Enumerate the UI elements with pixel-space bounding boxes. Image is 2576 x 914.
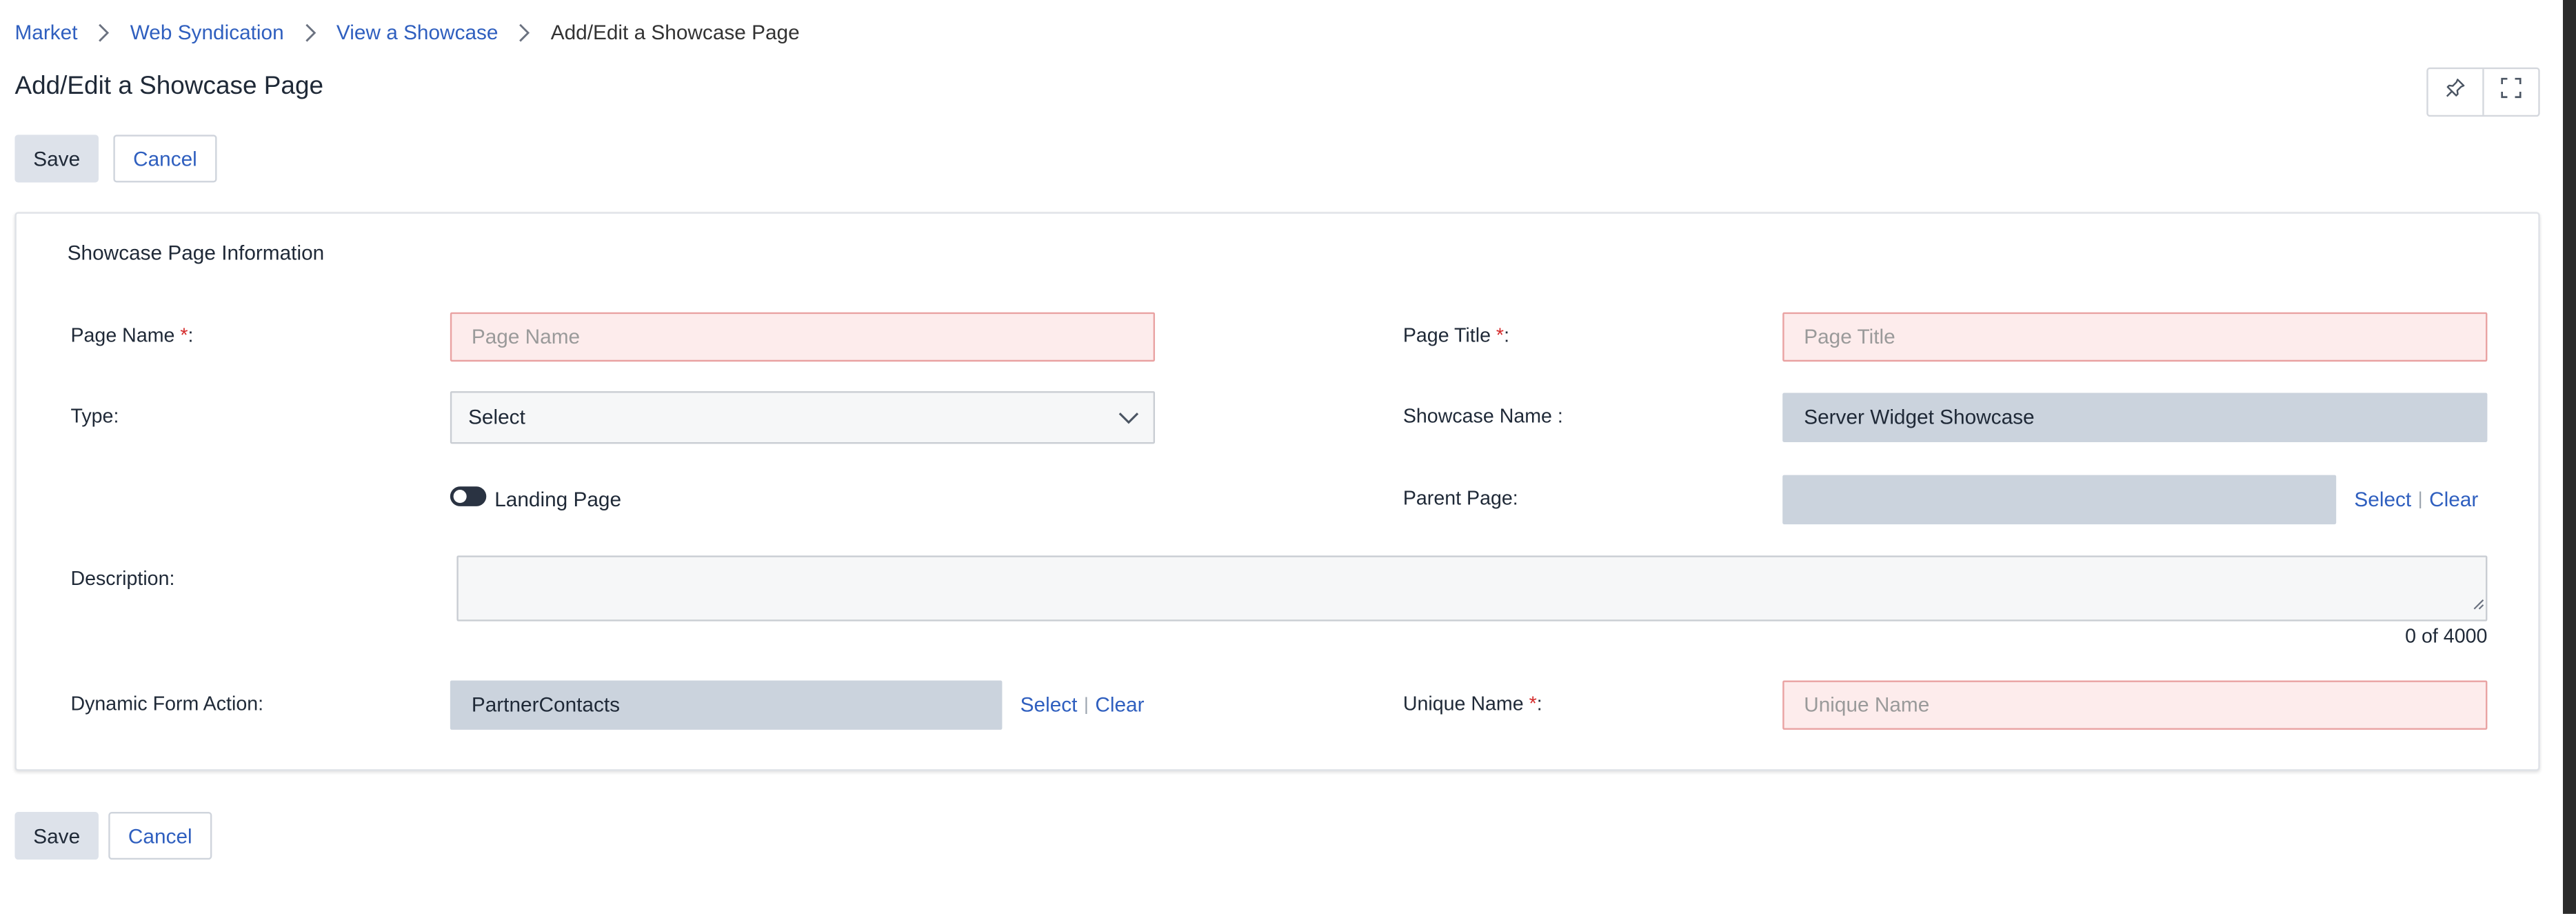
resize-grip-icon[interactable] xyxy=(2473,588,2484,618)
dynamic-form-action-select-link[interactable]: Select xyxy=(1020,693,1078,716)
showcase-page-form-card: Showcase Page Information Page Name *: P… xyxy=(14,212,2540,771)
landing-page-label: Landing Page xyxy=(494,488,622,512)
separator: | xyxy=(2417,490,2423,510)
breadcrumb-current: Add/Edit a Showcase Page xyxy=(550,21,800,45)
breadcrumb-web-syndication[interactable]: Web Syndication xyxy=(130,21,284,44)
description-label: Description: xyxy=(70,567,175,590)
parent-page-select-link[interactable]: Select xyxy=(2354,488,2411,511)
page-name-input[interactable]: Page Name xyxy=(450,312,1156,362)
page-name-label: Page Name *: xyxy=(70,324,193,346)
description-textarea[interactable] xyxy=(456,555,2488,622)
type-select[interactable]: Select xyxy=(450,391,1156,444)
pin-icon xyxy=(2444,77,2466,107)
breadcrumb-view-showcase[interactable]: View a Showcase xyxy=(336,21,499,44)
page-title: Add/Edit a Showcase Page xyxy=(14,72,324,101)
unique-name-label: Unique Name *: xyxy=(1403,692,1542,715)
type-select-value: Select xyxy=(468,406,525,429)
label-suffix: : xyxy=(1536,692,1542,715)
section-title: Showcase Page Information xyxy=(67,241,325,265)
unique-name-label-text: Unique Name xyxy=(1402,692,1529,715)
landing-page-toggle[interactable] xyxy=(450,486,487,506)
page-title-label-text: Page Title xyxy=(1402,324,1496,347)
cancel-button-bottom[interactable]: Cancel xyxy=(108,812,212,860)
parent-page-clear-link[interactable]: Clear xyxy=(2429,488,2478,511)
cancel-button-top[interactable]: Cancel xyxy=(113,135,217,183)
parent-page-label: Parent Page: xyxy=(1402,486,1518,510)
dynamic-form-action-label: Dynamic Form Action: xyxy=(70,692,264,715)
pin-button[interactable] xyxy=(2428,69,2483,115)
page-title-input[interactable]: Page Title xyxy=(1782,312,2488,362)
toggle-knob xyxy=(453,490,467,504)
dynamic-form-action-clear-link[interactable]: Clear xyxy=(1095,693,1144,716)
fullscreen-icon xyxy=(2500,77,2522,107)
window-edge xyxy=(2563,0,2576,914)
parent-page-field xyxy=(1782,475,2337,525)
separator: | xyxy=(1083,695,1089,715)
save-button-top[interactable]: Save xyxy=(14,135,99,183)
type-label: Type: xyxy=(70,404,119,428)
page-name-label-text: Page Name xyxy=(70,324,181,347)
breadcrumb: Market Web Syndication View a Showcase A… xyxy=(14,21,799,44)
description-char-counter: 0 of 4000 xyxy=(2405,624,2488,648)
showcase-name-label: Showcase Name : xyxy=(1402,404,1563,428)
breadcrumb-market[interactable]: Market xyxy=(14,21,77,44)
page-title-label: Page Title *: xyxy=(1403,324,1509,346)
chevron-down-icon xyxy=(1117,408,1140,433)
chevron-right-icon xyxy=(518,23,531,43)
chevron-right-icon xyxy=(97,23,110,43)
fullscreen-button[interactable] xyxy=(2482,69,2538,115)
save-button-bottom[interactable]: Save xyxy=(14,812,99,860)
parent-page-actions: Select | Clear xyxy=(2354,488,2478,511)
dynamic-form-action-actions: Select | Clear xyxy=(1020,693,1145,716)
unique-name-input[interactable]: Unique Name xyxy=(1782,680,2488,730)
label-suffix: : xyxy=(188,324,194,347)
page-stage: Market Web Syndication View a Showcase A… xyxy=(0,0,2576,914)
header-tools xyxy=(2426,67,2540,117)
dynamic-form-action-field: PartnerContacts xyxy=(450,680,1003,730)
chevron-right-icon xyxy=(303,23,316,43)
label-suffix: : xyxy=(1504,324,1510,347)
showcase-name-field: Server Widget Showcase xyxy=(1782,393,2488,442)
